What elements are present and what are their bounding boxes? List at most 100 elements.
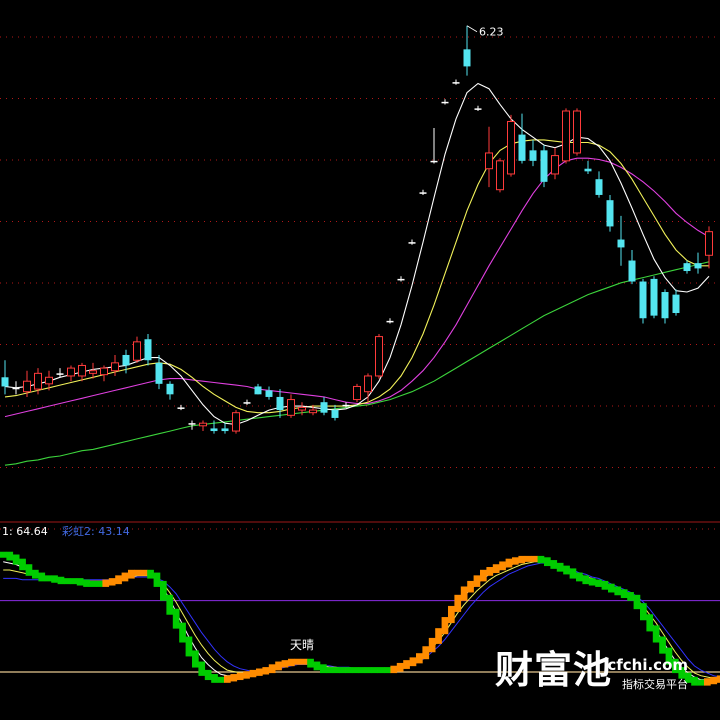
indicator-bar	[486, 567, 494, 576]
candle-body	[287, 399, 295, 416]
indicator-bar	[300, 658, 308, 665]
candle-body	[551, 155, 559, 175]
candle-body	[518, 134, 526, 161]
indicator-bar	[262, 667, 270, 675]
candle	[12, 381, 20, 395]
candle-body	[617, 239, 625, 248]
candle	[452, 79, 460, 85]
indicator-bar	[204, 669, 212, 681]
indicator-bar	[377, 667, 385, 674]
candle-body	[243, 402, 251, 404]
candle	[34, 368, 42, 395]
indicator-bar	[44, 575, 52, 582]
indicator-bar	[428, 637, 436, 653]
candle	[254, 383, 262, 395]
candle	[78, 362, 86, 382]
candle-body	[12, 387, 20, 390]
indicator-bar	[595, 579, 602, 587]
indicator-bar	[601, 580, 609, 590]
indicator-bar	[416, 653, 423, 664]
indicator-bar	[102, 579, 110, 587]
indicator-bar	[76, 578, 84, 586]
indicator-bar	[492, 564, 500, 574]
candle	[353, 383, 361, 403]
candle	[628, 250, 636, 285]
indicator-bar	[454, 594, 462, 612]
indicator-annotation: 天晴	[290, 638, 314, 652]
indicator-bar	[652, 625, 660, 643]
candle-body	[23, 380, 31, 393]
candle	[56, 368, 64, 378]
candle	[419, 189, 427, 195]
candle-body	[661, 292, 669, 319]
indicator-bar	[198, 661, 206, 676]
candle-body	[639, 281, 647, 319]
candle	[133, 336, 141, 363]
candle	[584, 160, 592, 174]
candle-body	[342, 404, 350, 407]
indicator-bar	[563, 565, 570, 575]
indicator-bar	[307, 658, 314, 668]
indicator-bar	[409, 657, 417, 667]
candle-body	[694, 263, 702, 269]
candle	[386, 318, 394, 324]
indicator-bar	[499, 561, 506, 571]
indicator-bar	[172, 608, 180, 629]
candle-body	[507, 120, 515, 175]
indicator-bar	[25, 564, 33, 576]
indicator-bar	[505, 558, 513, 568]
candle-body	[364, 375, 372, 393]
indicator-bar	[12, 554, 20, 565]
indicator-bar	[371, 667, 378, 674]
candle-body	[254, 386, 262, 395]
indicator-value-label-1: 1: 64.64	[2, 525, 48, 538]
indicator-bar	[313, 661, 321, 671]
candle	[694, 252, 702, 274]
indicator-bar	[345, 667, 353, 674]
candle	[540, 145, 548, 188]
candle	[375, 333, 383, 379]
indicator-bar	[217, 676, 225, 683]
candle-body	[606, 200, 614, 227]
main-price-grid	[0, 36, 720, 530]
candle-body	[276, 396, 284, 411]
indicator-bar	[710, 676, 718, 685]
candle	[551, 147, 559, 180]
indicator-bar	[281, 660, 289, 668]
indicator-bar	[83, 579, 90, 587]
candle	[155, 354, 163, 390]
indicator-bar	[646, 614, 654, 632]
candle-body	[111, 362, 119, 372]
candle-body	[650, 278, 658, 316]
candle	[144, 333, 152, 366]
candle	[496, 158, 504, 193]
candle	[331, 404, 339, 421]
indicator-bar	[166, 594, 174, 615]
indicator-bar	[38, 572, 46, 582]
candle-body	[67, 367, 75, 377]
candle-body	[474, 108, 482, 110]
ma-yellow-line	[4, 139, 709, 414]
candle	[573, 108, 581, 156]
candle-body	[628, 260, 636, 282]
indicator-bar	[358, 667, 366, 674]
indicator-bar	[70, 578, 78, 585]
candle	[276, 389, 284, 418]
indicator-bar	[467, 580, 474, 593]
candle-body	[683, 263, 691, 272]
candle	[606, 194, 614, 232]
peak-price-label: 6.23	[479, 26, 504, 39]
candle	[265, 386, 273, 400]
candle-body	[78, 364, 86, 377]
indicator-bar	[512, 557, 519, 565]
candle-body	[1, 377, 9, 387]
candle	[166, 381, 174, 400]
indicator-bar	[153, 572, 161, 587]
candle	[639, 278, 647, 324]
candle-body	[309, 409, 317, 414]
candle-body	[331, 410, 339, 418]
candle-body	[463, 49, 471, 67]
candle-body	[430, 160, 438, 163]
candle	[67, 365, 75, 382]
indicator-bar	[704, 678, 711, 686]
